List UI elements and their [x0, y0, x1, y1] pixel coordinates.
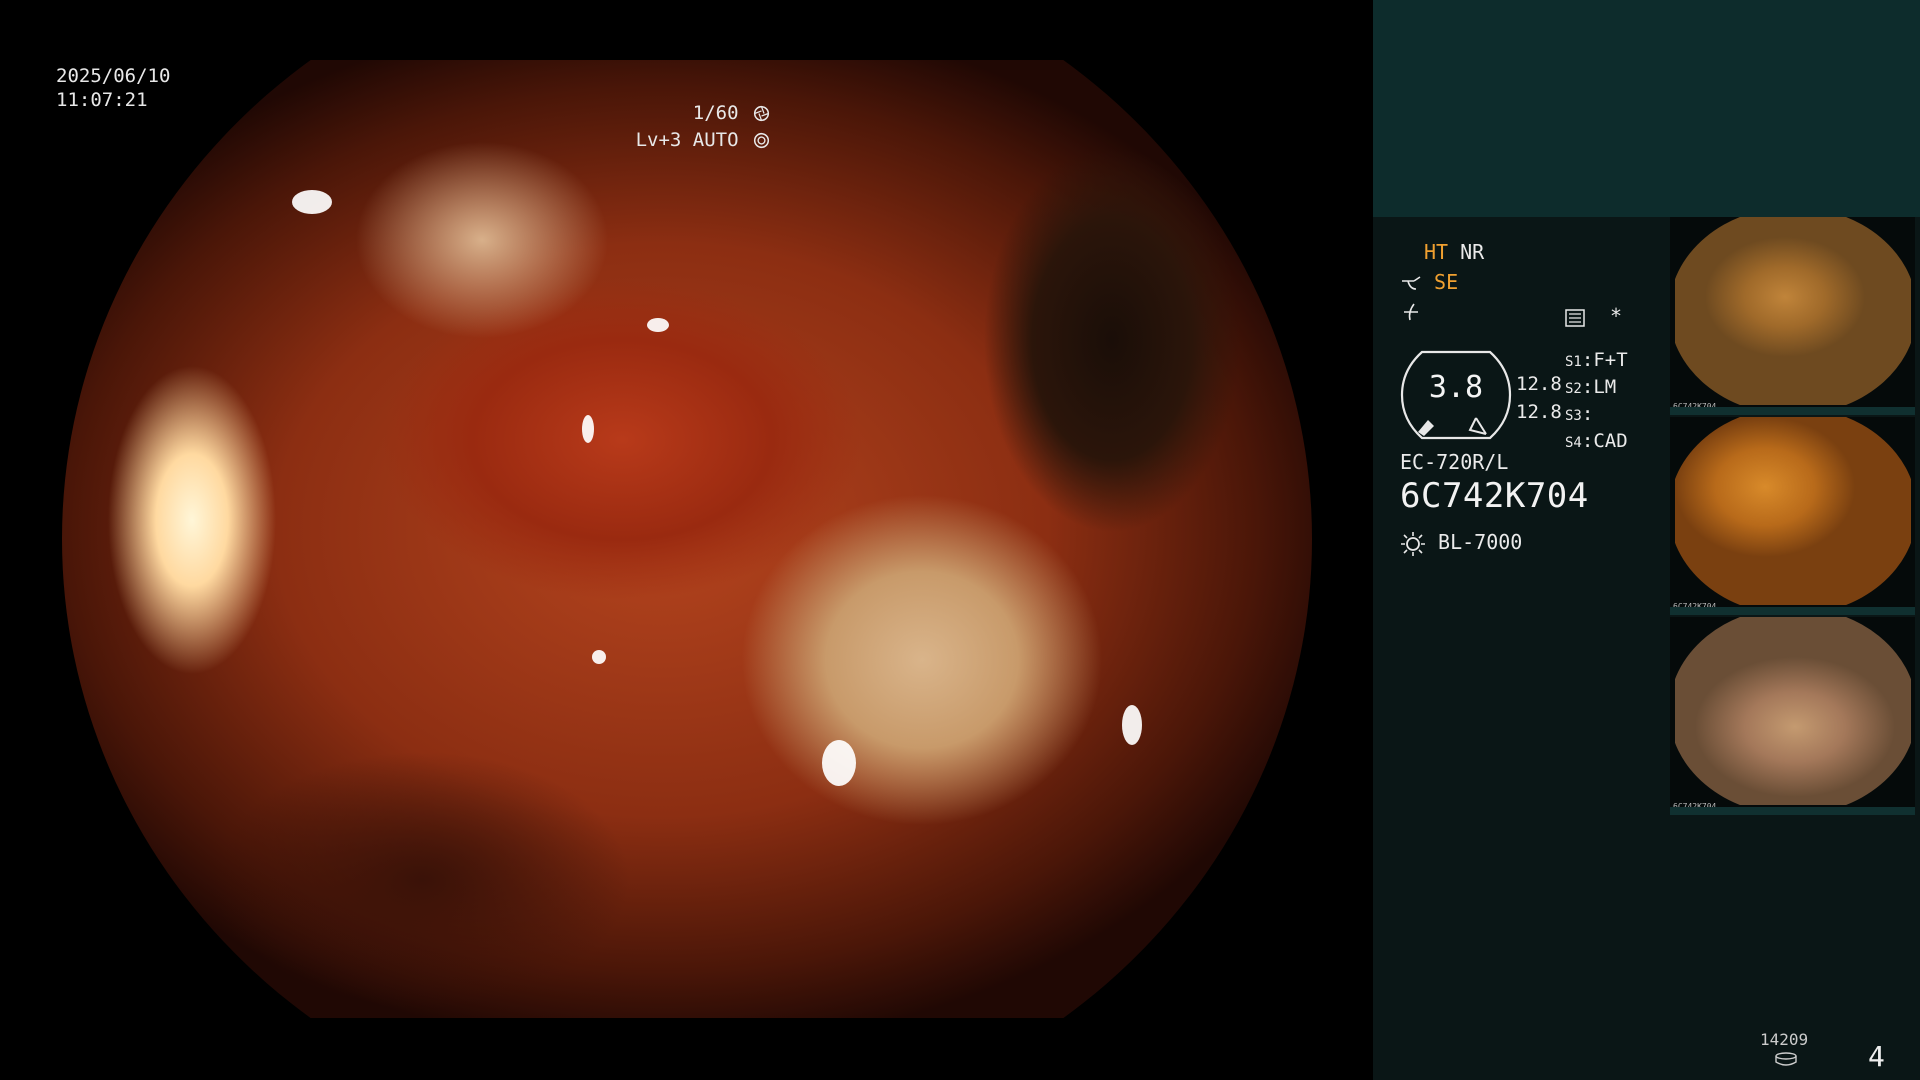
time-text: 11:07:21: [56, 89, 148, 111]
switch-row: S2:LM: [1565, 376, 1617, 398]
switch-row: S3:: [1565, 403, 1594, 425]
switch-key: S3: [1565, 408, 1582, 424]
specular-highlight: [822, 740, 856, 786]
endoscopic-image: [62, 60, 1312, 1018]
magnification-values: 12.8 12.8: [1516, 370, 1562, 426]
side-panel-header: [1373, 0, 1920, 217]
specular-highlight: [292, 190, 332, 214]
specular-highlight: [582, 415, 594, 443]
lamp-icon: [1401, 531, 1425, 556]
scope-model: EC-720R/L: [1400, 450, 1509, 474]
record-icon: [1565, 308, 1585, 327]
thumbnail-bar: [1670, 807, 1915, 815]
date-text: 2025/06/10: [56, 65, 171, 87]
specular-highlight: [647, 318, 669, 332]
color-mode-icon: [1404, 303, 1418, 321]
thumbnail-image: [1675, 417, 1911, 605]
thumbnail-bar: [1670, 407, 1915, 415]
thumbnail[interactable]: 6C742K704: [1670, 217, 1915, 415]
switch-value: LM: [1593, 376, 1617, 398]
switch-value: F+T: [1593, 349, 1628, 371]
switch-key: S1: [1565, 354, 1582, 370]
shutter-text: 1/60: [692, 102, 739, 124]
thumbnail-image: [1675, 217, 1911, 405]
page-number: 4: [1868, 1040, 1885, 1073]
switch-key: S4: [1565, 435, 1582, 451]
mode-row: HT NR: [1424, 240, 1484, 264]
thumbnail-bar: [1670, 607, 1915, 615]
structure-enhance-icon: [1402, 275, 1421, 290]
color-row: [1400, 302, 1422, 327]
specular-highlight: [592, 650, 606, 664]
scope-switches: S1:F+T S2:LM S3: S4:CAD: [1565, 348, 1628, 456]
switch-row: S1:F+T: [1565, 349, 1628, 371]
light-source: BL-7000: [1400, 530, 1522, 557]
camera-settings: 1/60 Lv+3 AUTO: [636, 100, 770, 154]
endoscope-view: 2025/06/10 11:07:21 1/60 Lv+3 AUTO: [0, 0, 1372, 1080]
switch-key: S2: [1565, 381, 1582, 397]
thumbnail[interactable]: 6C742K704: [1670, 417, 1915, 615]
magnification-value-2: 12.8: [1516, 401, 1562, 423]
magnification-value-1: 12.8: [1516, 373, 1562, 395]
se-row: SE: [1400, 270, 1458, 294]
lamp-text: BL-7000: [1438, 530, 1523, 554]
storage-icon: [1775, 1052, 1797, 1066]
capture-counter: 14209: [1760, 1030, 1809, 1049]
shutter-icon: [753, 105, 770, 122]
ht-label: HT: [1424, 240, 1449, 264]
iris-text: Lv+3 AUTO: [635, 129, 739, 151]
switch-value: CAD: [1593, 430, 1628, 452]
timestamp: 2025/06/10 11:07:21: [56, 64, 170, 112]
nr-label: NR: [1460, 240, 1485, 264]
iris-icon: [753, 132, 770, 149]
thumbnail-image: [1675, 617, 1911, 805]
record-row: *: [1564, 304, 1622, 328]
zoom-gauge: 3.8: [1400, 350, 1512, 440]
thumbnail[interactable]: 6C742K704: [1670, 617, 1915, 815]
se-label: SE: [1434, 270, 1459, 294]
gauge-value: 3.8: [1428, 370, 1484, 405]
scope-serial: 6C742K704: [1400, 476, 1589, 516]
switch-row: S4:CAD: [1565, 430, 1628, 452]
asterisk-mark: *: [1610, 304, 1623, 328]
specular-highlight: [1122, 705, 1142, 745]
